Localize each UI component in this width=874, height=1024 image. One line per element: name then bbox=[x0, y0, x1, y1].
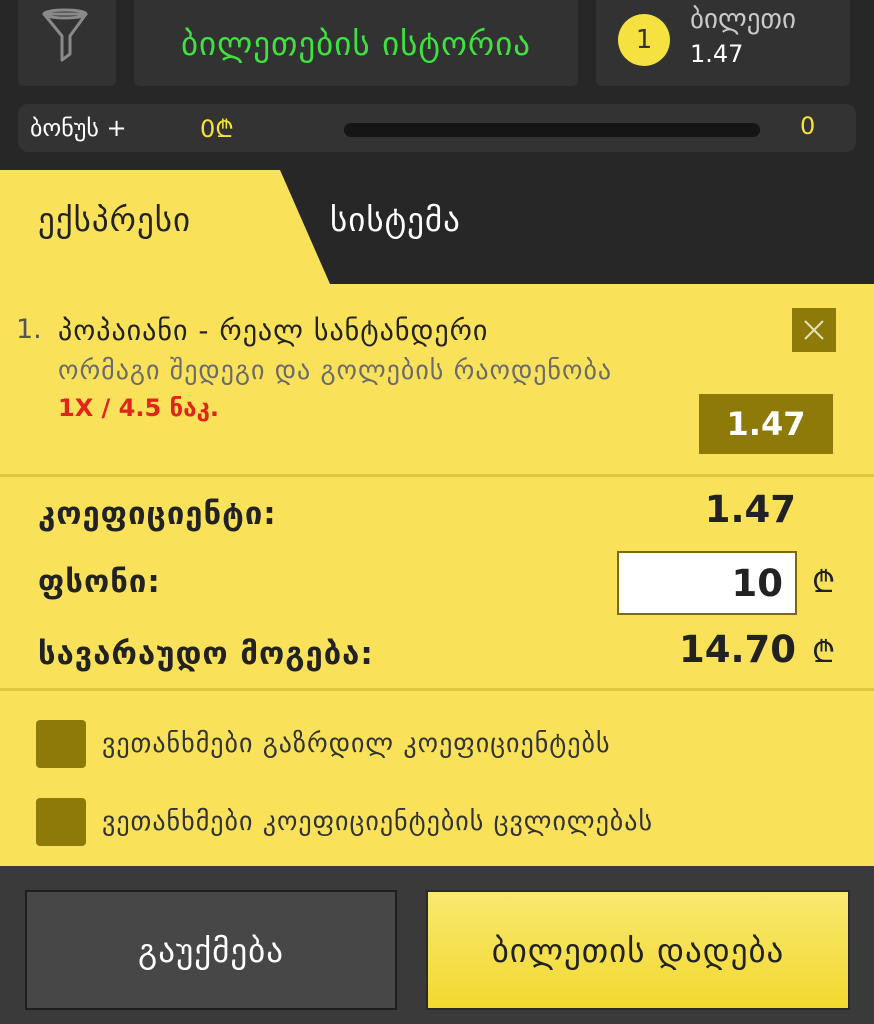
filter-funnel-icon bbox=[42, 8, 88, 62]
potential-win-value: 14.70 bbox=[678, 628, 796, 671]
potential-win-label: სავარაუდო მოგება: bbox=[38, 636, 374, 672]
bet-item: 1. პოპაიანი - რეალ სანტანდერი ორმაგი შედ… bbox=[0, 284, 874, 474]
remove-bet-button[interactable] bbox=[792, 308, 836, 352]
divider bbox=[0, 474, 874, 477]
accept-odds-change-checkbox[interactable] bbox=[36, 798, 86, 846]
bonus-label: ბონუს + bbox=[30, 114, 127, 142]
win-currency: ₾ bbox=[812, 635, 836, 670]
ticket-summary-button[interactable]: 1 ბილეთი 1.47 bbox=[596, 0, 850, 86]
accept-higher-odds-checkbox[interactable] bbox=[36, 720, 86, 768]
bet-number: 1. bbox=[16, 314, 42, 345]
place-bet-button[interactable]: ბილეთის დადება bbox=[426, 890, 850, 1010]
accept-higher-odds-option: ვეთანხმები გაზრდილ კოეფიციენტებს bbox=[36, 720, 611, 768]
bet-odds: 1.47 bbox=[699, 394, 833, 454]
ticket-count-badge: 1 bbox=[618, 14, 670, 66]
bet-type-tabs: ექსპრესი სისტემა bbox=[0, 170, 874, 284]
close-icon bbox=[804, 320, 824, 340]
top-bar: ბილეთების ისტორია 1 ბილეთი 1.47 ბონუს + … bbox=[0, 0, 874, 170]
ticket-history-button[interactable]: ბილეთების ისტორია bbox=[134, 0, 578, 86]
coefficient-label: კოეფიციენტი: bbox=[38, 496, 277, 532]
stake-currency: ₾ bbox=[812, 565, 836, 600]
stake-input[interactable] bbox=[617, 551, 797, 615]
action-bar: გაუქმება ბილეთის დადება bbox=[0, 866, 874, 1024]
accept-odds-change-option: ვეთანხმები კოეფიციენტების ცვლილებას bbox=[36, 798, 653, 846]
bonus-amount: 0₾ bbox=[200, 115, 234, 143]
bet-slip-panel: 1. პოპაიანი - რეალ სანტანდერი ორმაგი შედ… bbox=[0, 284, 874, 866]
ticket-history-title: ბილეთების ისტორია bbox=[180, 23, 532, 63]
coefficient-value: 1.47 bbox=[704, 488, 796, 531]
bet-event-name: პოპაიანი - რეალ სანტანდერი bbox=[58, 314, 489, 347]
tab-system[interactable]: სისტემა bbox=[330, 170, 630, 284]
bonus-count: 0 bbox=[800, 112, 816, 140]
divider bbox=[0, 688, 874, 691]
filter-button[interactable] bbox=[18, 0, 116, 86]
stake-label: ფსონი: bbox=[38, 564, 161, 600]
bet-market: ორმაგი შედეგი და გოლების რაოდენობა bbox=[58, 356, 613, 386]
bonus-progress-bar bbox=[344, 123, 760, 137]
tab-system-label: სისტემა bbox=[330, 200, 461, 239]
accept-higher-odds-label: ვეთანხმები გაზრდილ კოეფიციენტებს bbox=[102, 729, 611, 759]
ticket-label: ბილეთი bbox=[690, 4, 796, 35]
tab-express[interactable]: ექსპრესი bbox=[0, 170, 330, 284]
cancel-button[interactable]: გაუქმება bbox=[25, 890, 397, 1010]
accept-odds-change-label: ვეთანხმები კოეფიციენტების ცვლილებას bbox=[102, 807, 654, 837]
bonus-bar: ბონუს + 0₾ 0 bbox=[18, 104, 856, 152]
tab-express-label: ექსპრესი bbox=[38, 200, 192, 239]
ticket-total-odds: 1.47 bbox=[690, 40, 744, 68]
bet-pick: 1X / 4.5 ნაკ. bbox=[58, 394, 219, 422]
